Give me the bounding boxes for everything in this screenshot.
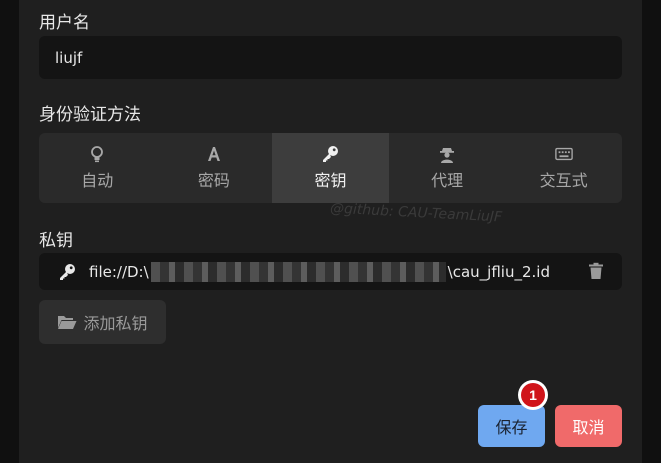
auth-option-label: 代理 <box>431 171 464 190</box>
cancel-label: 取消 <box>572 418 605 437</box>
username-field[interactable]: liujf <box>39 36 622 79</box>
auth-option-label: 密码 <box>197 171 230 190</box>
key-path-suffix: \cau_jfliu_2.id <box>447 262 550 281</box>
key-path-prefix: file://D:\ <box>89 262 149 281</box>
auth-option-label: 交互式 <box>539 171 588 190</box>
save-button[interactable]: 保存 <box>478 405 545 447</box>
delete-key-button[interactable] <box>588 262 604 280</box>
step-badge: 1 <box>518 380 548 410</box>
save-label: 保存 <box>495 418 528 437</box>
trash-icon <box>589 262 603 279</box>
auth-option-auto[interactable]: 自动 <box>39 133 156 203</box>
add-private-key-button[interactable]: 添加私钥 <box>39 300 166 344</box>
auth-option-label: 密钥 <box>314 171 347 190</box>
text-a-icon <box>205 145 223 163</box>
private-key-row: file://D:\ \cau_jfliu_2.id <box>39 253 622 290</box>
lightbulb-icon <box>88 145 106 163</box>
auth-method-selector: 自动 密码 密钥 代理 交互式 <box>39 133 622 203</box>
step-badge-number: 1 <box>521 383 545 407</box>
auth-option-interactive[interactable]: 交互式 <box>505 133 622 203</box>
username-value: liujf <box>55 48 83 67</box>
cancel-button[interactable]: 取消 <box>555 405 622 447</box>
auth-option-password[interactable]: 密码 <box>156 133 273 203</box>
auth-option-label: 自动 <box>81 171 114 190</box>
keyboard-icon <box>554 145 573 163</box>
auth-method-label: 身份验证方法 <box>39 105 141 125</box>
redacted-path-segment <box>150 261 446 282</box>
private-key-label: 私钥 <box>39 231 73 251</box>
key-icon <box>57 263 79 281</box>
username-label: 用户名 <box>39 13 90 33</box>
agent-icon <box>438 145 456 163</box>
private-key-path: file://D:\ \cau_jfliu_2.id <box>89 261 550 282</box>
folder-open-icon <box>58 316 77 329</box>
auth-option-key[interactable]: 密钥 <box>272 133 389 203</box>
add-private-key-label: 添加私钥 <box>83 314 148 333</box>
auth-option-agent[interactable]: 代理 <box>389 133 506 203</box>
key-icon <box>321 145 339 163</box>
